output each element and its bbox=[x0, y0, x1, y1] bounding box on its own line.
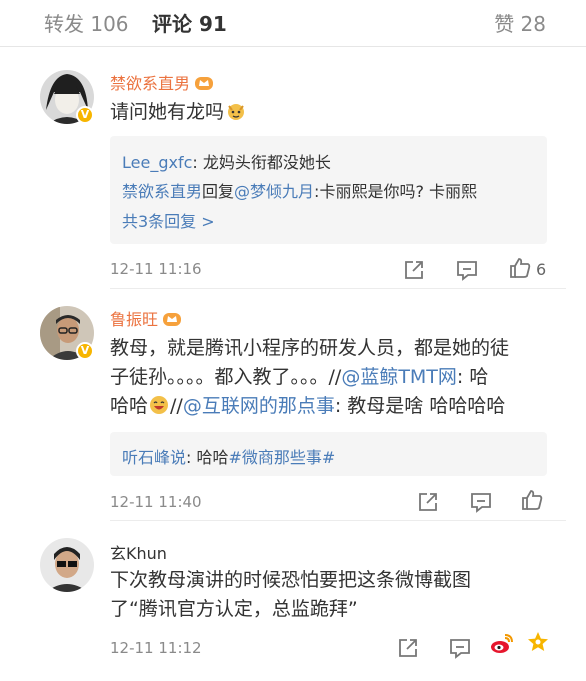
weibo-icon[interactable] bbox=[490, 632, 514, 656]
mention-link[interactable]: @蓝鲸TMT网 bbox=[341, 366, 457, 388]
emoji-icon bbox=[228, 104, 245, 120]
comment-text: 请问她有龙吗 bbox=[110, 98, 550, 127]
more-replies-link[interactable]: 共3条回复 > bbox=[122, 208, 215, 232]
comment-tabs: 转发 106 评论 91 赞 28 bbox=[0, 0, 586, 47]
crown-icon bbox=[195, 77, 214, 90]
username-text[interactable]: 鲁振旺 bbox=[110, 310, 158, 329]
tab-like[interactable]: 赞 28 bbox=[494, 8, 546, 37]
reply-username[interactable]: 听石峰说 bbox=[122, 448, 186, 467]
like-count: 6 bbox=[536, 260, 547, 279]
share-icon[interactable] bbox=[396, 636, 420, 660]
mention-link[interactable]: @梦倾九月 bbox=[234, 182, 314, 201]
like-icon[interactable] bbox=[520, 488, 544, 512]
verified-badge-icon: V bbox=[76, 342, 94, 360]
laugh-emoji-icon bbox=[150, 396, 169, 414]
reply-icon[interactable] bbox=[455, 258, 479, 282]
reply-icon[interactable] bbox=[469, 490, 493, 514]
like-icon[interactable] bbox=[508, 256, 532, 280]
divider bbox=[110, 288, 566, 289]
tab-repost[interactable]: 转发 106 bbox=[44, 8, 129, 37]
reply-line: Lee_gxfc: 龙妈头衔都没她长 bbox=[122, 153, 331, 172]
share-icon[interactable] bbox=[416, 490, 440, 514]
username[interactable]: 禁欲系直男 bbox=[110, 70, 214, 94]
timestamp: 12-11 11:12 bbox=[110, 639, 202, 657]
divider bbox=[110, 520, 566, 521]
crown-icon bbox=[163, 313, 182, 326]
timestamp: 12-11 11:40 bbox=[110, 493, 202, 511]
share-icon[interactable] bbox=[402, 258, 426, 282]
topic-link[interactable]: #微商那些事# bbox=[229, 448, 336, 467]
verified-badge-icon: V bbox=[76, 106, 94, 124]
username[interactable]: 鲁振旺 bbox=[110, 306, 182, 330]
reply-line: 听石峰说: 哈哈#微商那些事# bbox=[122, 448, 336, 467]
reply-username[interactable]: 禁欲系直男 bbox=[122, 182, 202, 201]
reply-box[interactable]: Lee_gxfc: 龙妈头衔都没她长 禁欲系直男回复@梦倾九月:卡丽熙是你吗? … bbox=[110, 136, 547, 244]
avatar[interactable] bbox=[40, 538, 94, 592]
comment-text: 下次教母演讲的时候恐怕要把这条微博截图 了“腾讯官方认定，总监跪拜” bbox=[110, 569, 472, 620]
reply-line: 禁欲系直男回复@梦倾九月:卡丽熙是你吗? 卡丽熙 bbox=[122, 182, 478, 201]
tab-comment[interactable]: 评论 91 bbox=[152, 8, 227, 37]
username[interactable]: 玄Khun bbox=[110, 540, 167, 564]
reply-username[interactable]: Lee_gxfc bbox=[122, 153, 192, 172]
mention-link[interactable]: @互联网的那点事 bbox=[183, 395, 335, 417]
star-icon[interactable] bbox=[526, 630, 550, 654]
timestamp: 12-11 11:16 bbox=[110, 260, 202, 278]
comment-text: 教母，就是腾讯小程序的研发人员，都是她的徒 子徒孙。。。。都入教了。。。//@蓝… bbox=[110, 337, 510, 417]
reply-box[interactable]: 听石峰说: 哈哈#微商那些事# bbox=[110, 432, 547, 476]
username-text[interactable]: 禁欲系直男 bbox=[110, 74, 190, 93]
reply-icon[interactable] bbox=[448, 636, 472, 660]
